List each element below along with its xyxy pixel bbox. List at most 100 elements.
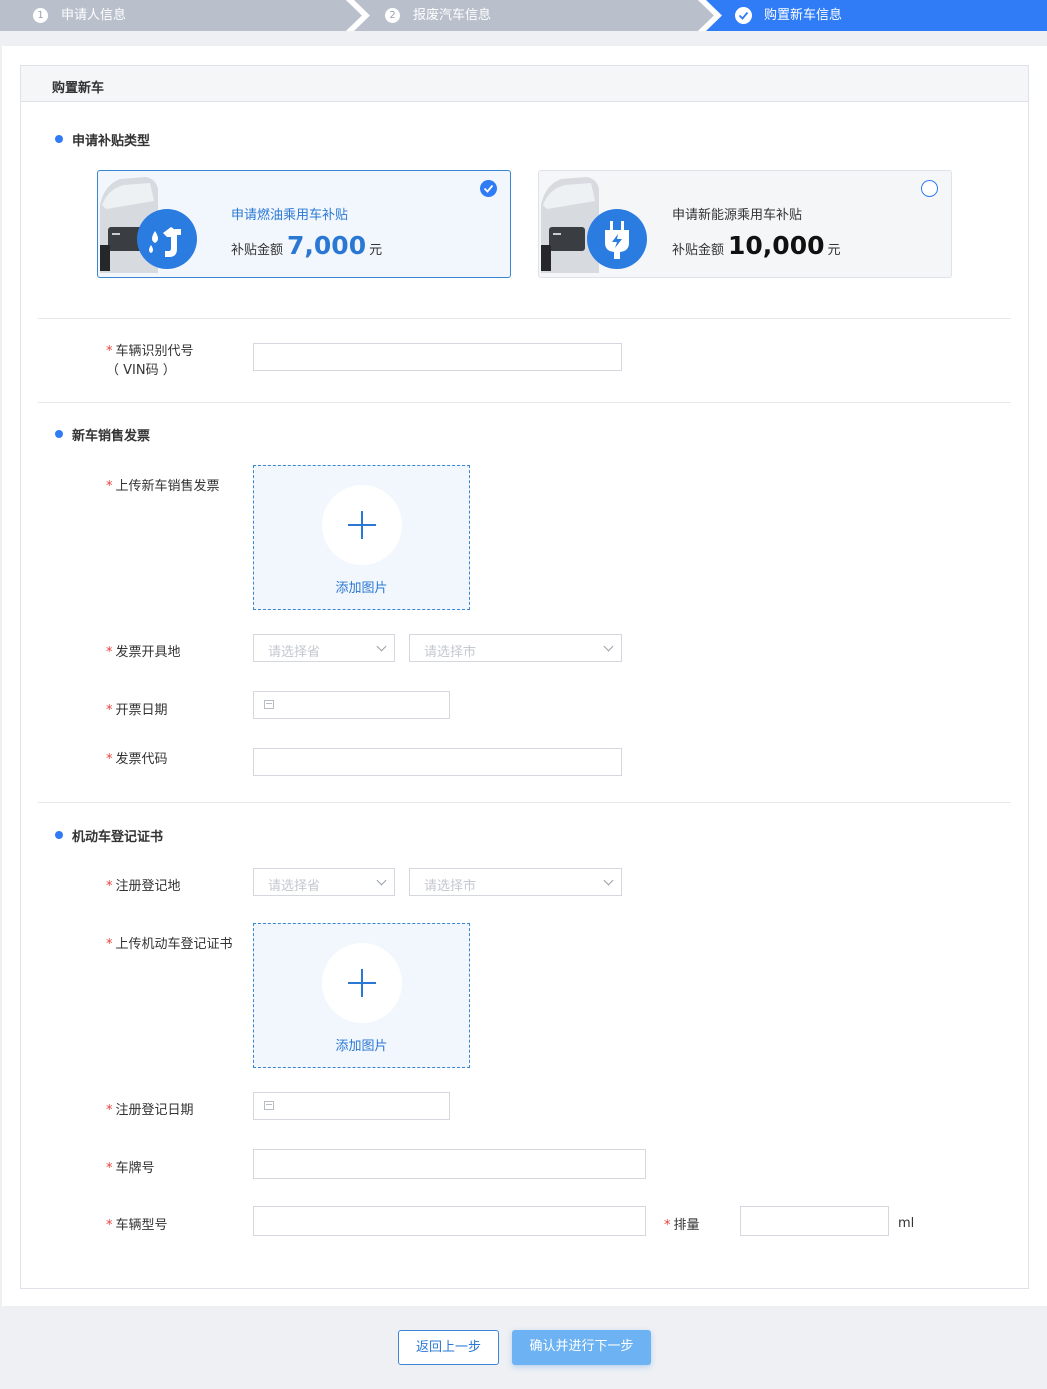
step-3-label: 购置新车信息 (764, 8, 843, 23)
add-image-button[interactable] (322, 485, 402, 565)
section-bullet-icon (55, 831, 63, 839)
required-mark: * (106, 752, 113, 767)
subsidy-option-title: 申请新能源乘用车补贴 (672, 208, 803, 223)
displacement-label-text: 排量 (673, 1218, 700, 1233)
vin-label-line1: 车辆识别代号 (115, 344, 194, 359)
next-step-button[interactable]: 确认并进行下一步 (512, 1330, 651, 1365)
subsidy-option-fuel[interactable]: 申请燃油乘用车补贴 补贴金额 7,000 元 (97, 170, 511, 278)
section-invoice: 新车销售发票 (55, 425, 151, 444)
subsidy-option-title: 申请燃油乘用车补贴 (231, 208, 349, 223)
section-title: 新车销售发票 (72, 429, 151, 444)
displacement-input[interactable] (740, 1206, 889, 1236)
section-bullet-icon (55, 430, 63, 438)
registration-place-label-text: 注册登记地 (115, 879, 181, 894)
plate-number-input[interactable] (253, 1149, 646, 1179)
required-mark: * (106, 937, 113, 952)
registration-upload-label: * 上传机动车登记证书 (106, 933, 233, 952)
registration-upload-box[interactable]: 添加图片 (253, 923, 470, 1068)
step-3-check-icon (735, 7, 752, 24)
required-mark: * (106, 879, 113, 894)
subsidy-amount-value: 10,000 (728, 231, 825, 260)
section-bullet-icon (55, 135, 63, 143)
step-1-number: 1 (33, 8, 48, 23)
step-2-label: 报废汽车信息 (413, 8, 492, 23)
add-image-text[interactable]: 添加图片 (254, 577, 469, 596)
subsidy-amount-unit: 元 (827, 243, 841, 258)
registration-city-select[interactable]: 请选择市 (409, 868, 622, 896)
subsidy-amount-unit: 元 (369, 243, 383, 258)
displacement-unit: ml (898, 1216, 915, 1231)
required-mark: * (106, 645, 113, 660)
registration-upload-label-text: 上传机动车登记证书 (115, 937, 233, 952)
radio-unselected-icon[interactable] (921, 180, 938, 197)
step-bar-background (0, 0, 1047, 31)
subsidy-amount-label: 补贴金额 (672, 243, 725, 258)
invoice-date-picker[interactable] (253, 691, 450, 719)
invoice-province-select[interactable]: 请选择省 (253, 634, 395, 662)
section-subsidy-type: 申请补贴类型 (55, 130, 151, 149)
registration-date-picker[interactable] (253, 1092, 450, 1120)
plate-label: * 车牌号 (106, 1157, 155, 1176)
model-label: * 车辆型号 (106, 1214, 168, 1233)
back-button[interactable]: 返回上一步 (398, 1330, 499, 1365)
invoice-code-label: * 发票代码 (106, 748, 168, 767)
select-placeholder: 请选择省 (268, 879, 321, 894)
vin-label-line2: （ VIN码 ） (106, 363, 176, 378)
step-progress-bar: 1 申请人信息 2 报废汽车信息 购置新车信息 (0, 0, 1047, 31)
divider (38, 802, 1011, 803)
registration-date-label-text: 注册登记日期 (115, 1103, 194, 1118)
invoice-code-label-text: 发票代码 (115, 752, 168, 767)
required-mark: * (106, 479, 113, 494)
electric-plug-icon (587, 209, 647, 269)
required-mark: * (664, 1218, 671, 1233)
plate-label-text: 车牌号 (115, 1161, 155, 1176)
calendar-icon (264, 700, 274, 709)
subsidy-amount: 补贴金额 10,000 元 (672, 231, 841, 260)
subsidy-amount-label: 补贴金额 (231, 243, 284, 258)
invoice-place-label: * 发票开具地 (106, 641, 181, 660)
required-mark: * (106, 1103, 113, 1118)
invoice-upload-box[interactable]: 添加图片 (253, 465, 470, 610)
invoice-place-label-text: 发票开具地 (115, 645, 181, 660)
vehicle-model-input[interactable] (253, 1206, 646, 1236)
calendar-icon (264, 1101, 274, 1110)
subsidy-option-new-energy[interactable]: 申请新能源乘用车补贴 补贴金额 10,000 元 (538, 170, 952, 278)
divider (38, 318, 1011, 319)
plus-icon-bar (348, 982, 376, 984)
chevron-down-icon (603, 641, 614, 652)
card-header: 购置新车 (21, 66, 1028, 102)
select-placeholder: 请选择市 (424, 879, 477, 894)
subsidy-amount-value: 7,000 (287, 231, 367, 260)
required-mark: * (106, 344, 113, 359)
selected-check-icon[interactable] (480, 180, 497, 197)
chevron-down-icon (376, 875, 387, 886)
required-mark: * (106, 703, 113, 718)
section-registration: 机动车登记证书 (55, 826, 164, 845)
vin-input[interactable] (253, 343, 622, 371)
step-1-label: 申请人信息 (61, 8, 127, 23)
registration-province-select[interactable]: 请选择省 (253, 868, 395, 896)
chevron-down-icon (376, 641, 387, 652)
invoice-code-input[interactable] (253, 748, 622, 776)
add-image-button[interactable] (322, 943, 402, 1023)
displacement-label: * 排量 (664, 1214, 700, 1233)
required-mark: * (106, 1161, 113, 1176)
divider (38, 402, 1011, 403)
required-mark: * (106, 1218, 113, 1233)
invoice-city-select[interactable]: 请选择市 (409, 634, 622, 662)
registration-date-label: * 注册登记日期 (106, 1099, 194, 1118)
invoice-date-label-text: 开票日期 (115, 703, 168, 718)
select-placeholder: 请选择市 (424, 645, 477, 660)
chevron-down-icon (603, 875, 614, 886)
invoice-upload-label-text: 上传新车销售发票 (115, 479, 220, 494)
vin-label: * 车辆识别代号 （ VIN码 ） (106, 342, 194, 380)
select-placeholder: 请选择省 (268, 645, 321, 660)
step-2-number: 2 (385, 8, 400, 23)
model-label-text: 车辆型号 (115, 1218, 168, 1233)
form-card: 购置新车 申请补贴类型 申请燃油乘用车补贴 补贴金额 7,000 元 申请新能源… (20, 65, 1029, 1289)
card-title: 购置新车 (52, 81, 105, 96)
section-title: 机动车登记证书 (72, 830, 164, 845)
invoice-upload-label: * 上传新车销售发票 (106, 475, 220, 494)
section-title: 申请补贴类型 (72, 134, 151, 149)
add-image-text[interactable]: 添加图片 (254, 1035, 469, 1054)
